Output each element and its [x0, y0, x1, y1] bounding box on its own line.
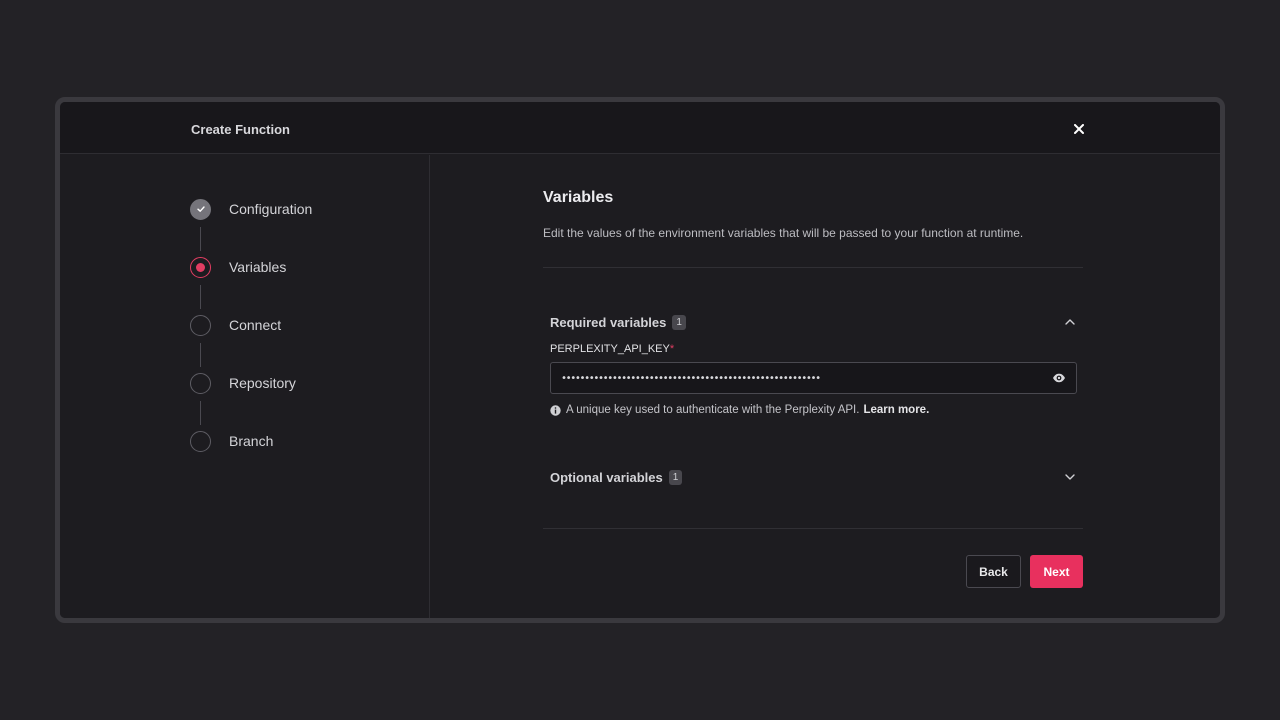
create-function-dialog: Create Function Configuration Variables … — [55, 97, 1225, 623]
eye-icon — [1053, 373, 1065, 383]
step-connector — [200, 401, 201, 425]
step-connector — [200, 343, 201, 367]
close-icon — [1074, 124, 1084, 134]
step-label: Branch — [229, 433, 274, 449]
required-mark: * — [669, 343, 675, 355]
chevron-up-icon — [1064, 316, 1076, 328]
next-button[interactable]: Next — [1030, 555, 1083, 588]
divider — [543, 528, 1083, 529]
step-variables[interactable]: Variables — [190, 256, 286, 278]
info-icon — [550, 404, 561, 416]
step-label: Configuration — [229, 201, 313, 217]
hint-text: A unique key used to authenticate with t… — [566, 404, 860, 416]
step-connect[interactable]: Connect — [190, 314, 281, 336]
variables-panel: Variables Edit the values of the environ… — [431, 155, 1220, 618]
pending-step-icon — [190, 314, 211, 336]
count-badge: 1 — [672, 314, 686, 330]
api-key-label: PERPLEXITY_API_KEY* — [550, 343, 674, 355]
step-connector — [200, 227, 201, 251]
step-connector — [200, 285, 201, 309]
field-label-text: PERPLEXITY_API_KEY — [550, 343, 670, 355]
step-label: Connect — [229, 317, 282, 333]
divider — [543, 267, 1083, 268]
toggle-visibility-button[interactable] — [1042, 363, 1076, 393]
pending-step-icon — [190, 372, 211, 394]
steps-sidebar: Configuration Variables Connect Reposito… — [60, 155, 430, 618]
chevron-down-icon — [1064, 471, 1076, 483]
section-title: Required variables — [550, 314, 667, 330]
count-badge: 1 — [668, 469, 683, 485]
step-branch[interactable]: Branch — [190, 430, 273, 452]
pending-step-icon — [190, 430, 211, 452]
back-button[interactable]: Back — [966, 555, 1021, 588]
step-repository[interactable]: Repository — [190, 372, 296, 394]
api-key-hint: A unique key used to authenticate with t… — [550, 404, 929, 416]
optional-variables-toggle[interactable]: Optional variables 1 — [550, 467, 1076, 487]
section-title: Optional variables — [550, 469, 663, 485]
dialog-title: Create Function — [191, 122, 290, 137]
close-button[interactable] — [1070, 120, 1088, 138]
dialog-header: Create Function — [60, 102, 1220, 154]
check-icon — [190, 198, 211, 220]
step-label: Repository — [229, 375, 296, 391]
page-subtitle: Edit the values of the environment varia… — [543, 226, 1024, 240]
api-key-input[interactable] — [551, 363, 1042, 393]
api-key-field — [550, 362, 1077, 394]
required-variables-toggle[interactable]: Required variables 1 — [550, 312, 1076, 332]
learn-more-link[interactable]: Learn more. — [863, 404, 929, 416]
active-step-icon — [190, 256, 211, 278]
step-label: Variables — [229, 259, 287, 275]
step-configuration[interactable]: Configuration — [190, 198, 312, 220]
page-title: Variables — [543, 189, 614, 206]
